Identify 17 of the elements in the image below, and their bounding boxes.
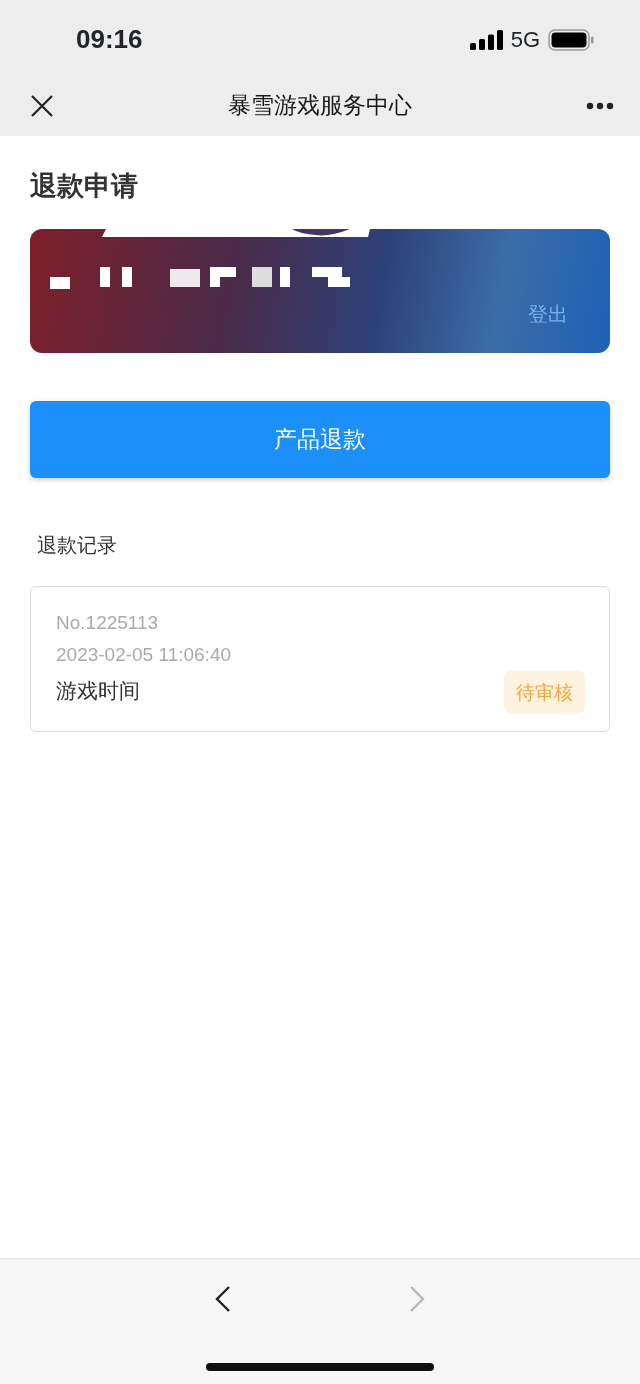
more-icon[interactable] [586,101,614,110]
back-icon[interactable] [215,1285,231,1313]
signal-icon [469,29,503,50]
clock: 09:16 [76,23,143,56]
refund-button[interactable]: 产品退款 [30,400,610,478]
page-title: 暴雪游戏服务中心 [228,91,412,121]
logout-link[interactable]: 登出 [528,298,568,329]
product-name: 游戏时间 [56,678,140,705]
section-title: 退款记录 [37,531,118,559]
status-tag: 待审核 [504,670,585,713]
record-number: No.1225113 [56,610,160,635]
heading: 退款申请 [30,169,139,203]
network-label: 5G [510,26,540,54]
close-icon[interactable] [30,93,54,118]
battery-icon [548,28,594,51]
record-date: 2023-02-05 11:06:40 [56,642,233,667]
record-card[interactable]: No.1225113 2023-02-05 11:06:40 游戏时间 待审核 [30,585,610,732]
